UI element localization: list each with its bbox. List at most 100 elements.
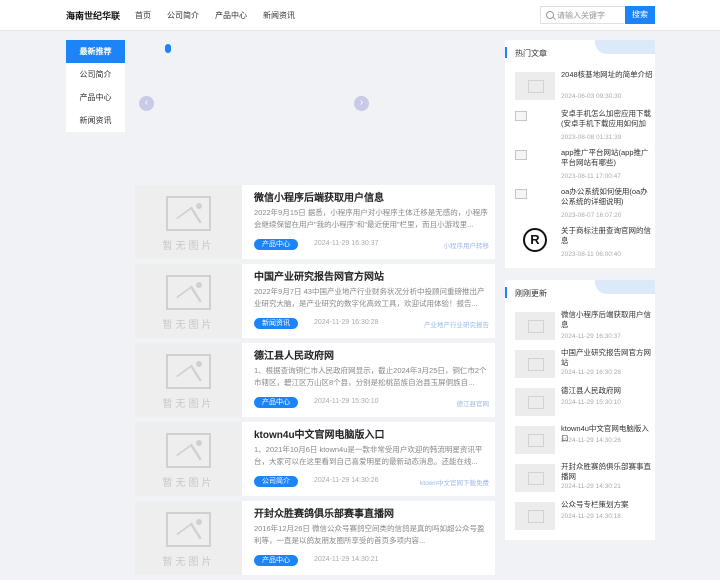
article-card[interactable]: 暂无图片 德江县人民政府网 1、根据查询铜仁市人民政府网显示，截止2024年3月…	[135, 343, 495, 417]
hot-article-item[interactable]: 安卓手机怎么加密应用下载(安卓手机下载应用如何加密) 2023-08-08 01…	[505, 105, 655, 144]
hot-article-title[interactable]: 关于商标注册查询官网的信息	[561, 226, 653, 246]
recent-article-date: 2024-11-29 16:30:28	[561, 369, 621, 376]
recent-article-title[interactable]: 开封众胜赛鸽俱乐部赛事直播网	[561, 462, 653, 482]
article-thumbnail	[515, 72, 555, 100]
article-date: 2024-11-29 14:30:21	[314, 556, 379, 563]
image-placeholder: 暂无图片	[135, 343, 242, 417]
article-card[interactable]: 暂无图片 微信小程序后端获取用户信息 2022年9月15日 据悉，小程序用户对小…	[135, 185, 495, 259]
recent-updates-panel: 刚刚更新 微信小程序后端获取用户信息 2024-11-29 16:30:37 中…	[505, 280, 655, 540]
placeholder-label: 暂无图片	[162, 557, 215, 568]
recent-article-item[interactable]: 开封众胜赛鸽俱乐部赛事直播网 2024-11-29 14:30:21	[505, 458, 655, 496]
image-icon	[166, 196, 211, 231]
article-card[interactable]: 暂无图片 ktown4u中文官网电脑版入口 1、2021年10月6日 ktown…	[135, 422, 495, 496]
recent-article-title[interactable]: 中国产业研究报告网官方网站	[561, 348, 653, 368]
placeholder-label: 暂无图片	[162, 320, 215, 331]
carousel-indicator[interactable]	[165, 44, 171, 53]
hot-article-title[interactable]: 安卓手机怎么加密应用下载(安卓手机下载应用如何加密)	[561, 109, 653, 129]
article-title[interactable]: ktown4u中文官网电脑版入口	[254, 426, 385, 441]
article-summary: 2022年9月7日 43中国产业地产行业财务状况分析中投顾问重磅推出产业研究大脑…	[254, 287, 485, 308]
chevron-right-icon[interactable]: ›	[354, 96, 369, 111]
article-summary: 2016年12月26日 微信公众号赛鸽空间类的信鸽是真的吗如超公众号盈利等，一直…	[254, 524, 485, 545]
hot-article-title[interactable]: oa办公系统如何使用(oa办公系统的详细说明)	[561, 187, 653, 207]
article-list: 暂无图片 微信小程序后端获取用户信息 2022年9月15日 据悉，小程序用户对小…	[135, 185, 495, 580]
broken-image-icon	[515, 189, 527, 199]
article-thumbnail	[515, 426, 555, 454]
recent-article-item[interactable]: 公众号专栏策划方案 2024-11-29 14:30:18	[505, 496, 655, 534]
image-icon	[166, 275, 211, 310]
banner-carousel: ‹ ›	[135, 40, 495, 180]
article-keyword[interactable]: ktown中文官网下载免费	[420, 477, 489, 487]
recent-article-date: 2024-11-29 14:30:21	[561, 483, 621, 490]
image-icon	[166, 433, 211, 468]
article-title[interactable]: 微信小程序后端获取用户信息	[254, 189, 384, 204]
search-box	[540, 6, 624, 24]
hot-article-title[interactable]: 2048核基地网址的简单介绍	[561, 70, 653, 80]
hot-article-item[interactable]: R 关于商标注册查询官网的信息 2023-08-11 06:00:40	[505, 222, 655, 261]
image-placeholder: 暂无图片	[135, 264, 242, 338]
hot-article-item[interactable]: oa办公系统如何使用(oa办公系统的详细说明) 2023-08-07 16:07…	[505, 183, 655, 222]
recent-article-date: 2024-11-29 16:30:37	[561, 333, 621, 340]
search-input[interactable]	[557, 9, 621, 21]
image-icon	[166, 354, 211, 389]
article-summary: 2022年9月15日 据悉，小程序用户对小程序主体迁移是无感的，小程序会继续保留…	[254, 208, 488, 229]
category-tag[interactable]: 新闻资讯	[254, 318, 298, 329]
article-keyword[interactable]: 德江县官网	[457, 398, 490, 408]
placeholder-label: 暂无图片	[162, 478, 215, 489]
search-button[interactable]: 搜索	[625, 6, 655, 24]
article-card[interactable]: 暂无图片 中国产业研究报告网官方网站 2022年9月7日 43中国产业地产行业财…	[135, 264, 495, 338]
article-title[interactable]: 开封众胜赛鸽俱乐部赛事直播网	[254, 505, 394, 520]
recent-article-title[interactable]: 公众号专栏策划方案	[561, 500, 653, 510]
article-keyword[interactable]: 小程序用户转移	[444, 240, 490, 250]
chevron-left-icon[interactable]: ‹	[139, 96, 154, 111]
decoration	[595, 40, 655, 54]
article-summary: 1、2021年10月6日 ktown4u是一款非常受用户欢迎的韩流明星资讯平台，…	[254, 445, 483, 466]
recent-article-date: 2024-11-29 15:30:10	[561, 399, 621, 406]
recent-article-item[interactable]: 微信小程序后端获取用户信息 2024-11-29 16:30:37	[505, 306, 655, 344]
article-title[interactable]: 中国产业研究报告网官方网站	[254, 268, 384, 283]
image-placeholder: 暂无图片	[135, 185, 242, 259]
recent-article-item[interactable]: ktown4u中文官网电脑版入口 2024-11-29 14:30:26	[505, 420, 655, 458]
title-accent	[505, 47, 507, 58]
recent-article-title[interactable]: 德江县人民政府网	[561, 386, 653, 396]
recent-article-date: 2024-11-29 14:30:18	[561, 513, 621, 520]
article-thumbnail	[515, 464, 555, 492]
site-logo[interactable]: 海南世纪华联	[66, 9, 120, 22]
nav-item-home[interactable]: 首页	[135, 10, 151, 21]
category-tag[interactable]: 产品中心	[254, 397, 298, 408]
article-date: 2024-11-29 16:30:37	[314, 240, 379, 247]
placeholder-label: 暂无图片	[162, 241, 215, 252]
panel-title: 刚刚更新	[515, 289, 547, 298]
article-keyword[interactable]: 产业地产行业研究报告	[424, 319, 489, 329]
recent-article-item[interactable]: 德江县人民政府网 2024-11-29 15:30:10	[505, 382, 655, 420]
category-tag[interactable]: 产品中心	[254, 555, 298, 566]
broken-image-icon	[515, 150, 527, 160]
hot-article-item[interactable]: 2048核基地网址的简单介绍 2024-06-03 09:30:30	[505, 66, 655, 105]
main-nav: 首页 公司简介 产品中心 新闻资讯	[135, 10, 295, 21]
recent-article-date: 2024-11-29 14:30:26	[561, 437, 621, 444]
sidebar-item-latest[interactable]: 最新推荐	[66, 40, 125, 63]
sidebar-item-news[interactable]: 新闻资讯	[66, 109, 125, 132]
hot-articles-panel: 热门文章 2048核基地网址的简单介绍 2024-06-03 09:30:30 …	[505, 40, 655, 268]
nav-item-products[interactable]: 产品中心	[215, 10, 247, 21]
category-tag[interactable]: 产品中心	[254, 239, 298, 250]
category-tag[interactable]: 公司简介	[254, 476, 298, 487]
search-icon	[546, 11, 554, 19]
article-card[interactable]: 暂无图片 开封众胜赛鸽俱乐部赛事直播网 2016年12月26日 微信公众号赛鸽空…	[135, 501, 495, 575]
top-bar: 海南世纪华联 首页 公司简介 产品中心 新闻资讯 搜索	[0, 0, 720, 31]
decoration	[595, 280, 655, 294]
hot-article-date: 2023-08-08 01:31:39	[561, 134, 622, 141]
sidebar-item-about[interactable]: 公司简介	[66, 63, 125, 86]
hot-article-item[interactable]: app推广平台网站(app推广平台网站有哪些) 2023-08-11 17:00…	[505, 144, 655, 183]
nav-item-news[interactable]: 新闻资讯	[263, 10, 295, 21]
registered-trademark-icon: R	[523, 228, 547, 252]
recent-article-title[interactable]: 微信小程序后端获取用户信息	[561, 310, 653, 330]
article-thumbnail	[515, 312, 555, 340]
article-title[interactable]: 德江县人民政府网	[254, 347, 334, 362]
hot-article-date: 2023-08-11 06:00:40	[561, 251, 621, 258]
recent-article-item[interactable]: 中国产业研究报告网官方网站 2024-11-29 16:30:28	[505, 344, 655, 382]
sidebar-item-products[interactable]: 产品中心	[66, 86, 125, 109]
hot-article-title[interactable]: app推广平台网站(app推广平台网站有哪些)	[561, 148, 653, 168]
article-thumbnail	[515, 388, 555, 416]
panel-title: 热门文章	[515, 49, 547, 58]
nav-item-about[interactable]: 公司简介	[167, 10, 199, 21]
